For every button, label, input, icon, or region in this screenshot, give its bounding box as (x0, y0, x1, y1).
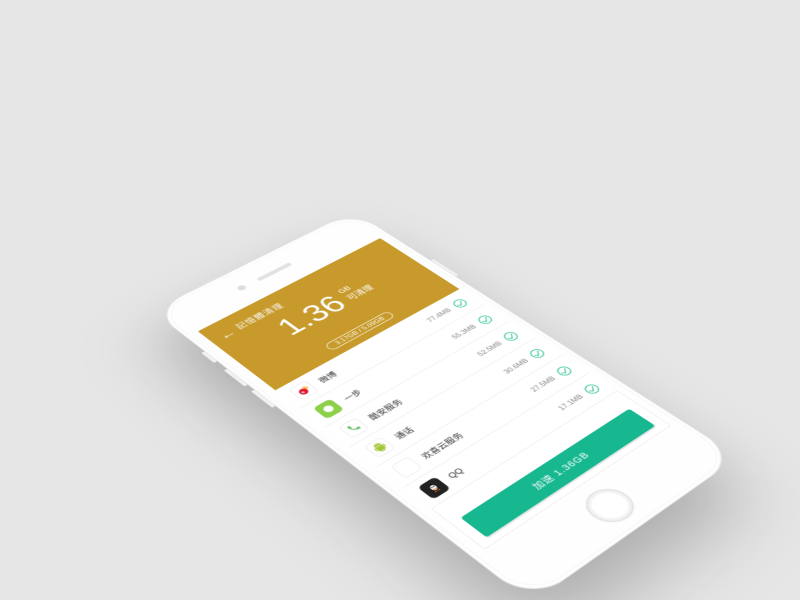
checkbox-checked-icon[interactable] (554, 365, 574, 377)
cloud-icon: ••• (390, 456, 423, 478)
call-icon (337, 417, 369, 438)
checkbox-checked-icon[interactable] (501, 330, 520, 342)
checkbox-checked-icon[interactable] (527, 347, 546, 359)
weibo-icon (288, 380, 319, 400)
phone-speaker (256, 262, 293, 281)
android-icon (363, 436, 396, 458)
app-size: 30.6MB (501, 357, 530, 375)
checkbox-checked-icon[interactable] (582, 382, 602, 395)
app-size: 55.3MB (449, 323, 477, 340)
app-size: 52.5MB (475, 340, 504, 357)
amount-number: 1.36 (271, 292, 353, 339)
app-size: 27.5MB (528, 375, 557, 393)
home-button[interactable] (576, 482, 644, 529)
checkbox-checked-icon[interactable] (475, 314, 494, 326)
phone-body: ← 記憶體清理 1.36 GB 可清理 3.17GB / 5.09GB 微博77… (152, 211, 740, 600)
app-size: 17.1MB (556, 393, 585, 412)
checkbox-checked-icon[interactable] (450, 298, 469, 309)
qq-icon (417, 476, 450, 499)
clean-button-label: 加速 1.36GB (528, 449, 593, 492)
phone-mockup: ← 記憶體清理 1.36 GB 可清理 3.17GB / 5.09GB 微博77… (152, 211, 740, 600)
front-camera (236, 284, 248, 291)
app-size: 77.4MB (425, 307, 453, 323)
green-icon (312, 398, 344, 419)
